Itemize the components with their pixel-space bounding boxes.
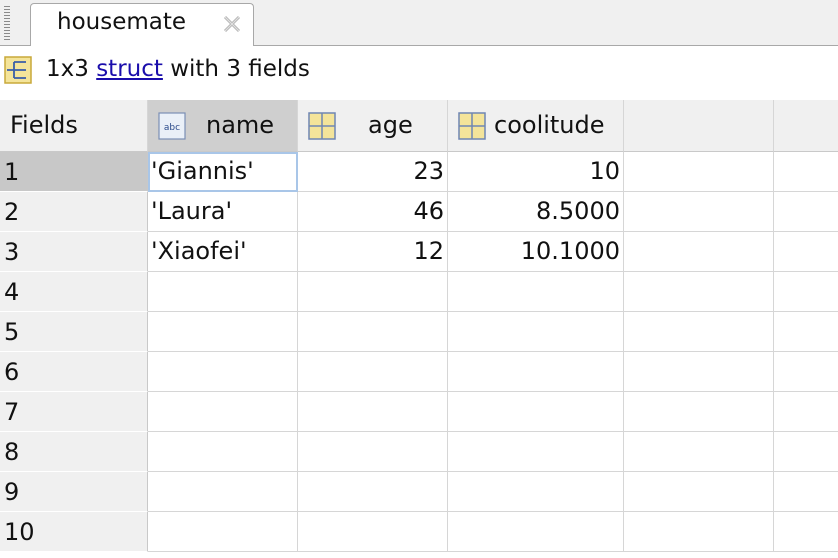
cell-empty[interactable] [774, 432, 838, 472]
row-header[interactable]: 3 [0, 232, 148, 272]
cell-empty[interactable] [774, 352, 838, 392]
variable-grid: Fields abc name age coolitude 1 2 3 4 5 … [0, 98, 838, 558]
cell-empty[interactable] [774, 312, 838, 352]
cell-empty[interactable] [448, 432, 624, 472]
cell-empty[interactable] [624, 272, 774, 312]
cell-empty[interactable] [148, 472, 298, 512]
cell-empty[interactable] [624, 432, 774, 472]
cell-empty[interactable] [298, 512, 448, 552]
column-header-name[interactable]: abc name [148, 100, 298, 152]
cell-empty[interactable] [298, 432, 448, 472]
cell-empty[interactable] [624, 192, 774, 232]
cell-coolitude[interactable]: 10 [448, 152, 624, 192]
cell-age[interactable]: 23 [298, 152, 448, 192]
info-bar: 1x3 struct with 3 fields [0, 46, 838, 98]
row-header[interactable]: 10 [0, 512, 148, 552]
cell-name[interactable]: 'Laura' [148, 192, 298, 232]
cell-empty[interactable] [148, 392, 298, 432]
column-header-coolitude[interactable]: coolitude [448, 100, 624, 152]
struct-icon [4, 56, 32, 84]
cell-empty[interactable] [148, 432, 298, 472]
fields-corner-header: Fields [0, 100, 148, 152]
cell-coolitude[interactable]: 8.5000 [448, 192, 624, 232]
cell-empty[interactable] [624, 152, 774, 192]
tab-housemate[interactable]: housemate [30, 3, 254, 46]
cell-name[interactable]: 'Xiaofei' [148, 232, 298, 272]
cell-empty[interactable] [298, 392, 448, 432]
cell-age[interactable]: 46 [298, 192, 448, 232]
numeric-field-icon [308, 112, 336, 140]
cell-empty[interactable] [148, 512, 298, 552]
row-header[interactable]: 1 [0, 152, 148, 192]
cell-empty[interactable] [624, 472, 774, 512]
cell-empty[interactable] [298, 312, 448, 352]
numeric-field-icon [458, 112, 486, 140]
cell-empty[interactable] [298, 272, 448, 312]
cell-empty[interactable] [448, 272, 624, 312]
cell-empty[interactable] [774, 232, 838, 272]
cell-empty[interactable] [774, 392, 838, 432]
cell-empty[interactable] [448, 352, 624, 392]
row-header[interactable]: 9 [0, 472, 148, 512]
cell-empty[interactable] [624, 232, 774, 272]
row-header[interactable]: 5 [0, 312, 148, 352]
column-label: coolitude [494, 111, 605, 139]
cell-empty[interactable] [774, 152, 838, 192]
column-header-empty[interactable] [774, 100, 838, 152]
cell-empty[interactable] [774, 512, 838, 552]
size-text: 1x3 [46, 56, 97, 82]
row-header[interactable]: 8 [0, 432, 148, 472]
text-field-icon: abc [158, 112, 186, 140]
svg-text:abc: abc [164, 123, 180, 133]
struct-link[interactable]: struct [96, 56, 163, 82]
drag-grip[interactable] [4, 6, 10, 40]
cell-empty[interactable] [298, 472, 448, 512]
cell-coolitude[interactable]: 10.1000 [448, 232, 624, 272]
row-header[interactable]: 2 [0, 192, 148, 232]
struct-summary: 1x3 struct with 3 fields [46, 56, 310, 82]
cell-empty[interactable] [624, 512, 774, 552]
column-header-empty[interactable] [624, 100, 774, 152]
cell-empty[interactable] [148, 312, 298, 352]
cell-empty[interactable] [298, 352, 448, 392]
fields-label: Fields [10, 111, 78, 139]
tab-strip: housemate [0, 0, 838, 46]
cell-empty[interactable] [448, 512, 624, 552]
cell-empty[interactable] [448, 392, 624, 432]
row-header[interactable]: 7 [0, 392, 148, 432]
cell-empty[interactable] [448, 472, 624, 512]
cell-empty[interactable] [774, 272, 838, 312]
close-icon[interactable] [221, 13, 243, 35]
row-header[interactable]: 4 [0, 272, 148, 312]
column-label: age [368, 111, 413, 139]
cell-empty[interactable] [148, 352, 298, 392]
cell-empty[interactable] [774, 192, 838, 232]
cell-empty[interactable] [148, 272, 298, 312]
cell-name[interactable]: 'Giannis' [148, 152, 298, 192]
column-header-age[interactable]: age [298, 100, 448, 152]
cell-empty[interactable] [624, 352, 774, 392]
cell-empty[interactable] [448, 312, 624, 352]
cell-empty[interactable] [624, 312, 774, 352]
row-header[interactable]: 6 [0, 352, 148, 392]
cell-empty[interactable] [774, 472, 838, 512]
fields-text: with 3 fields [162, 56, 310, 82]
column-label: name [206, 111, 275, 139]
cell-empty[interactable] [624, 392, 774, 432]
cell-age[interactable]: 12 [298, 232, 448, 272]
tab-label: housemate [57, 9, 187, 35]
